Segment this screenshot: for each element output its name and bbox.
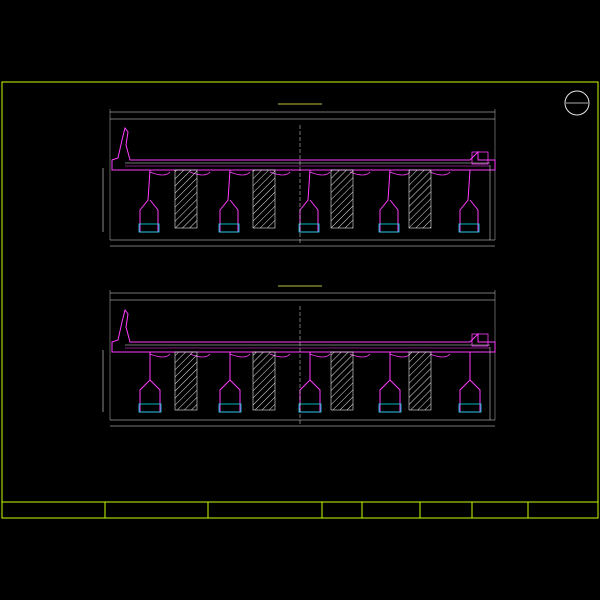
section-1-drawing [102,103,496,247]
section-2-drawing [102,285,496,427]
sheet-number-badge [564,90,590,116]
drawing-sheet [1,81,599,519]
title-block [2,501,598,518]
